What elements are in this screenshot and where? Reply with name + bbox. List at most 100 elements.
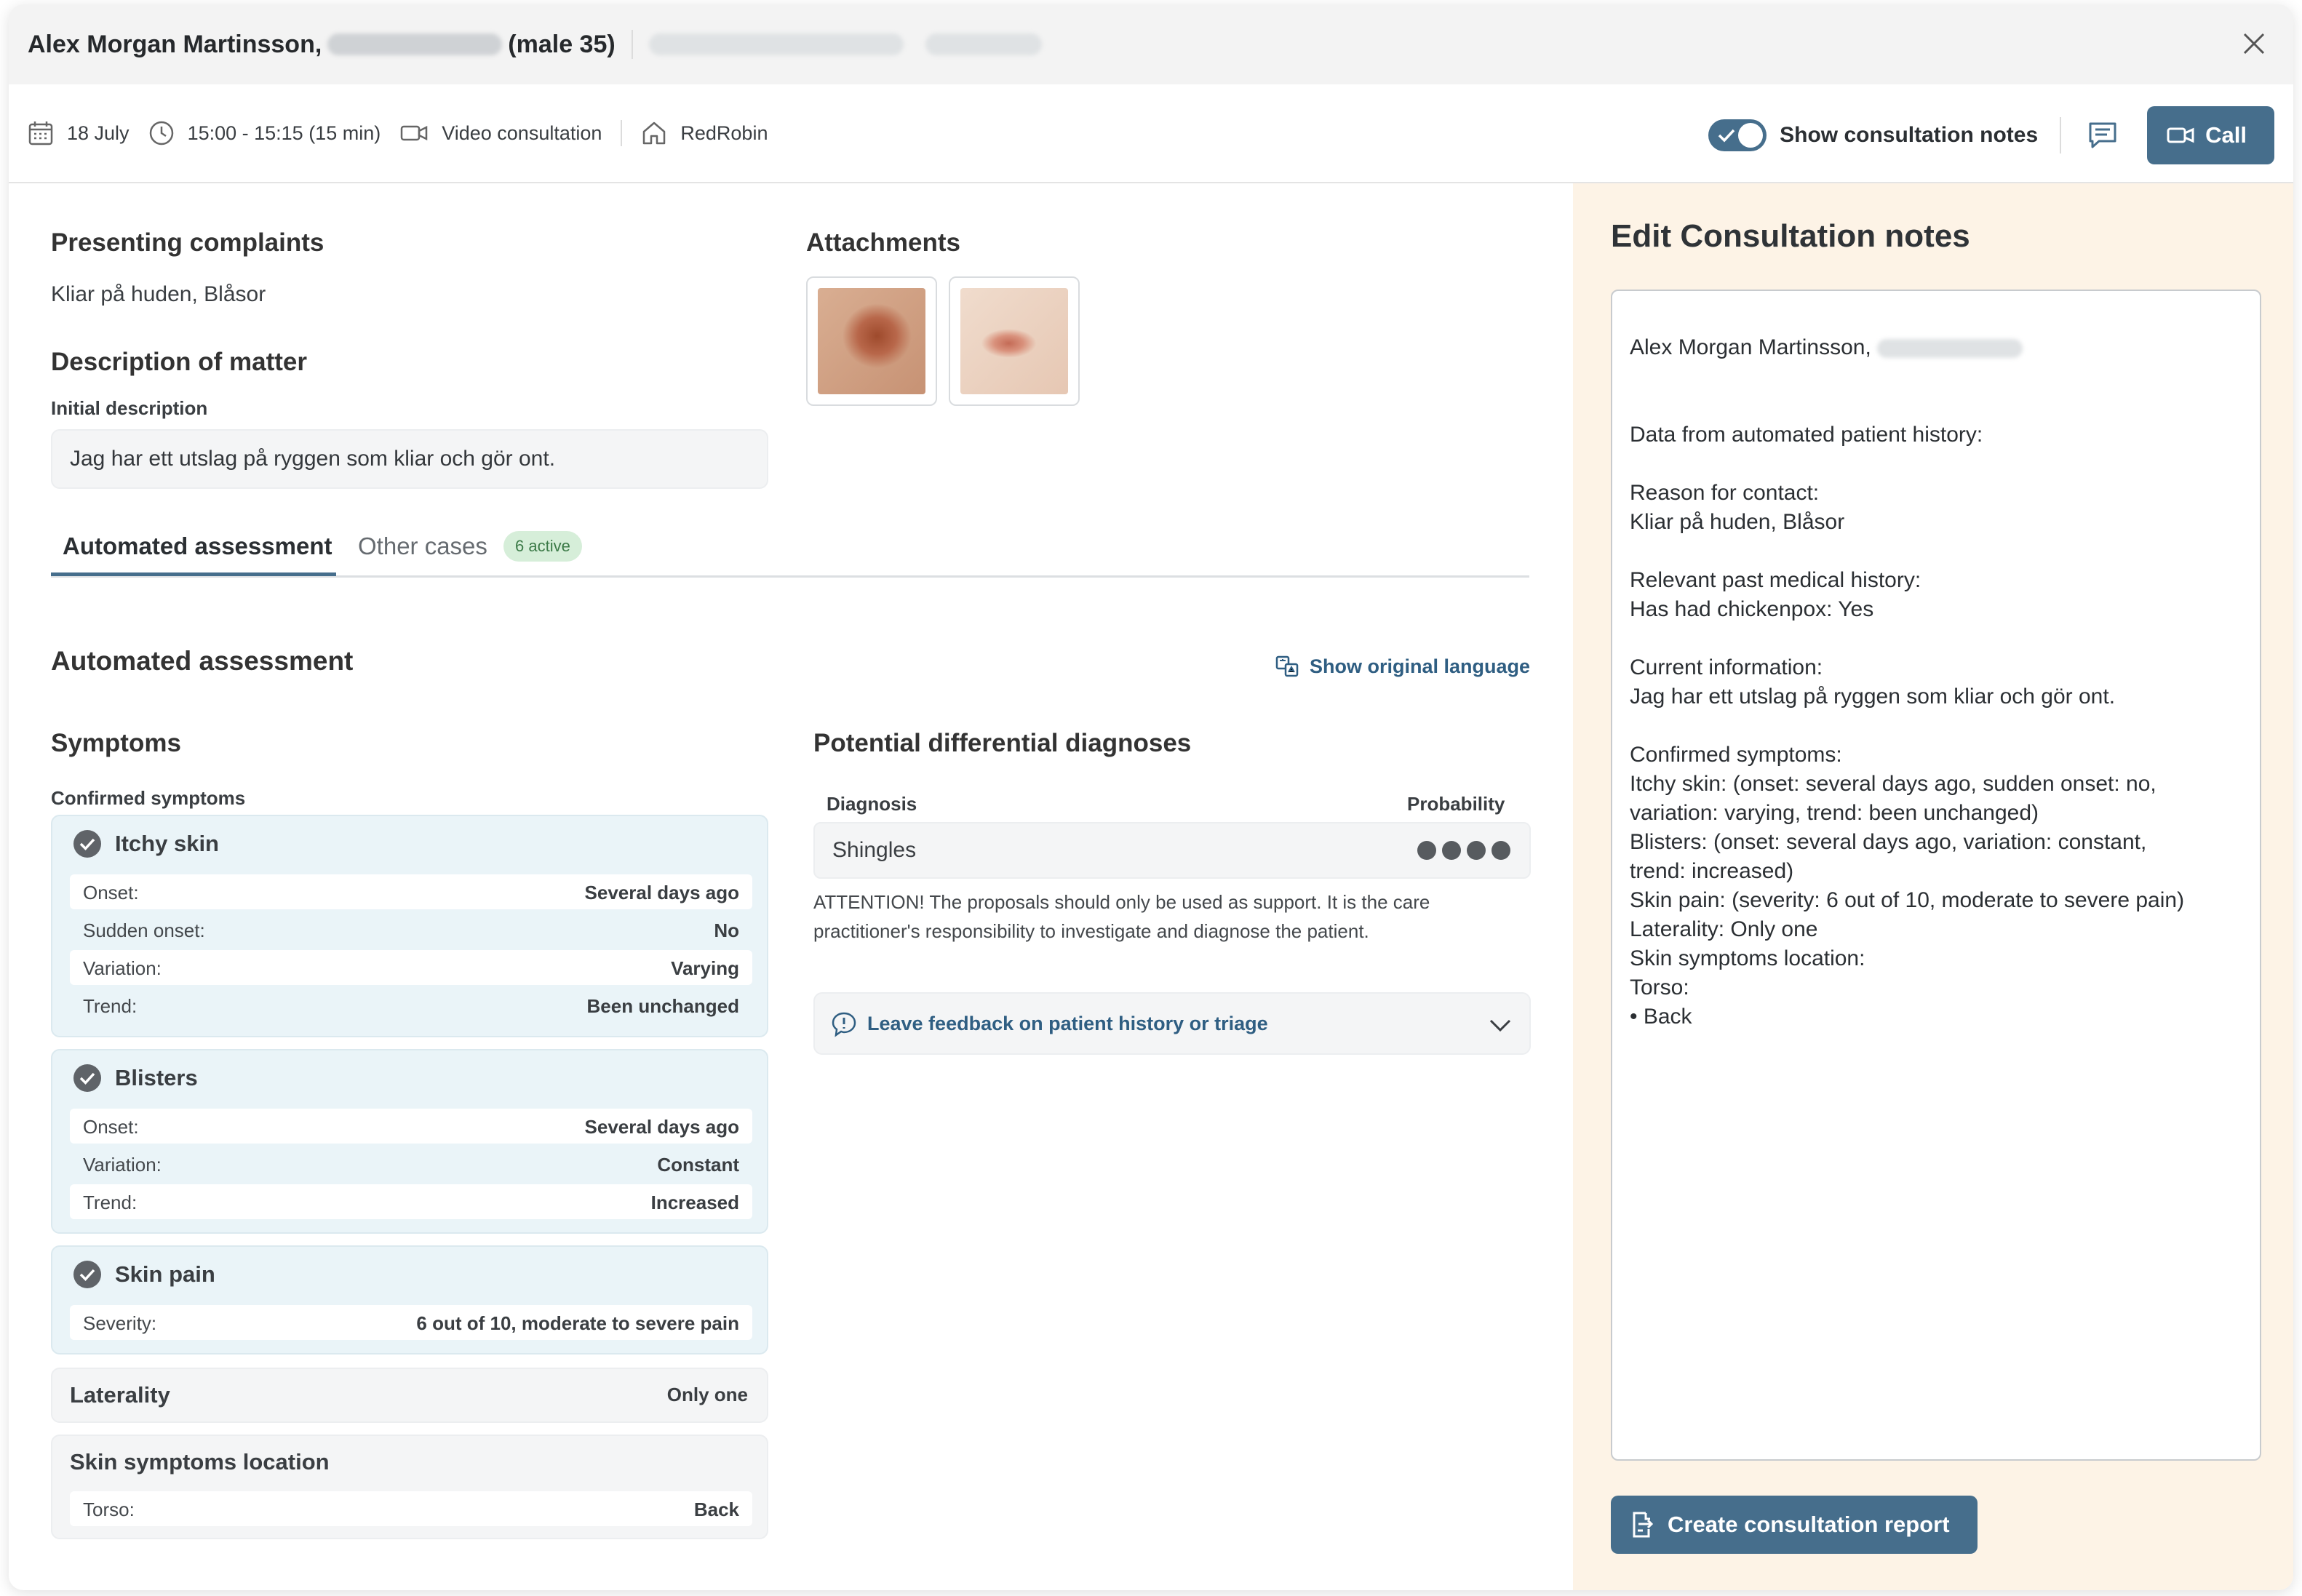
chevron-down-icon [1489,1019,1511,1032]
attachments-title: Attachments [806,228,960,257]
probability-dots [1417,841,1510,860]
time-text: 15:00 - 15:15 (15 min) [187,121,381,144]
diagnosis-column-header: Diagnosis [827,793,917,815]
symptom-header: Skin pain [73,1260,215,1289]
initial-description-label: Initial description [51,397,208,419]
video-camera-icon [400,125,428,141]
detail-key: Severity: [83,1312,157,1334]
feedback-icon [832,1012,856,1037]
create-report-label: Create consultation report [1668,1512,1950,1537]
symptom-detail-row: Sudden onset: No [70,912,752,947]
patient-sex-age: (male 35) [508,30,616,58]
translate-icon [1275,655,1299,677]
chat-button[interactable] [2087,120,2118,151]
feedback-label: Leave feedback on patient history or tri… [867,1013,1268,1034]
detail-value: Several days ago [584,1116,739,1138]
initial-description-value: Jag har ett utslag på ryggen som kliar o… [51,429,768,489]
detail-key: Onset: [83,1116,139,1138]
detail-value: Constant [657,1154,739,1176]
location-label: Skin symptoms location [70,1449,330,1475]
confirmed-symptoms-label: Confirmed symptoms [51,787,246,809]
detail-key: Torso: [83,1499,135,1520]
detail-value: 6 out of 10, moderate to severe pain [416,1312,739,1334]
call-label: Call [2205,122,2247,148]
date-info: 18 July [28,120,130,146]
symptom-card-itchy-skin: Itchy skin Onset: Several days ago Sudden… [51,815,768,1037]
symptom-detail-row: Variation: Constant [70,1146,752,1181]
assessment-tabs: Automated assessment Other cases 6 activ… [51,531,1529,578]
consultation-details: Presenting complaints Kliar på huden, Bl… [9,183,1573,1590]
patient-name: Alex Morgan Martinsson, [28,30,322,58]
feedback-accordion[interactable]: Leave feedback on patient history or tri… [813,992,1531,1055]
consultation-window: Alex Morgan Martinsson, (male 35) 18 Jul… [9,4,2293,1590]
clinic-text: RedRobin [680,121,768,144]
check-circle-icon [73,830,101,858]
symptom-card-blisters: Blisters Onset: Several days ago Variatio… [51,1049,768,1234]
close-icon [2243,33,2265,55]
symptom-detail-row: Trend: Been unchanged [70,988,752,1023]
symptom-name: Itchy skin [115,831,219,856]
detail-key: Variation: [83,957,162,979]
attachment-thumbnail[interactable] [949,276,1080,406]
probability-dot [1491,841,1510,860]
tab-automated-assessment[interactable]: Automated assessment [63,532,332,560]
detail-value: Several days ago [584,882,739,903]
notes-first-line: Alex Morgan Martinsson, [1630,333,2242,362]
symptom-detail-row: Onset: Several days ago [70,1109,752,1144]
consultation-meta-bar: 18 July 15:00 - 15:15 (15 min) Video con… [9,84,2293,183]
detail-value: No [714,919,739,941]
detail-value: Back [693,1499,739,1520]
close-button[interactable] [2237,26,2271,61]
description-title: Description of matter [51,348,307,376]
document-export-icon [1633,1512,1654,1538]
create-consultation-report-button[interactable]: Create consultation report [1611,1496,1978,1554]
check-circle-icon [73,1261,101,1288]
show-original-language-label: Show original language [1310,655,1531,677]
symptom-detail-row: Severity: 6 out of 10, moderate to severe… [70,1305,752,1340]
detail-value: Increased [650,1192,739,1213]
presenting-complaints-value: Kliar på huden, Blåsor [51,282,266,306]
detail-value: Varying [671,957,739,979]
attachment-thumbnail[interactable] [806,276,937,406]
skin-symptoms-location-card: Skin symptoms location Torso: Back [51,1435,768,1539]
notes-patient-name: Alex Morgan Martinsson, [1630,335,1871,359]
calendar-icon [28,121,53,145]
probability-dot [1467,841,1486,860]
diagnosis-row: Shingles [813,822,1531,879]
tab-other-cases[interactable]: Other cases [358,532,487,560]
diagnoses-title: Potential differential diagnoses [813,729,1192,757]
consultation-notes-textarea[interactable]: Alex Morgan Martinsson, Data from automa… [1611,290,2261,1461]
meta-actions: Show consultation notes Call [1708,106,2274,164]
call-button[interactable]: Call [2147,106,2274,164]
clock-icon [149,121,173,145]
symptoms-title: Symptoms [51,729,181,757]
laterality-value: Only one [666,1384,748,1405]
probability-dot [1442,841,1461,860]
redacted-personal-number [327,33,503,55]
consultation-notes-toggle[interactable] [1708,119,1767,151]
detail-key: Trend: [83,995,138,1017]
symptom-name: Blisters [115,1065,198,1090]
probability-dot [1417,841,1436,860]
symptom-name: Skin pain [115,1261,215,1287]
skin-rash-photo [818,288,925,394]
probability-column-header: Probability [1407,793,1505,815]
redacted-phone [925,33,1042,55]
active-tab-indicator [51,572,336,576]
show-original-language-link[interactable]: Show original language [1275,655,1530,678]
consultation-notes-panel: Edit Consultation notes Alex Morgan Mart… [1573,183,2293,1590]
laterality-card: Laterality Only one [51,1368,768,1423]
notes-title: Edit Consultation notes [1611,218,1970,254]
diagnosis-name: Shingles [832,838,917,862]
symptom-detail-row: Onset: Several days ago [70,874,752,909]
chat-icon [2089,122,2116,148]
time-info: 15:00 - 15:15 (15 min) [148,120,381,146]
divider [631,30,633,59]
symptom-detail-row: Trend: Increased [70,1184,752,1219]
laterality-label: Laterality [70,1382,170,1408]
detail-key: Onset: [83,882,139,903]
divider [621,120,623,146]
date-text: 18 July [67,121,130,144]
active-cases-badge: 6 active [503,531,582,562]
symptom-detail-row: Variation: Varying [70,950,752,985]
